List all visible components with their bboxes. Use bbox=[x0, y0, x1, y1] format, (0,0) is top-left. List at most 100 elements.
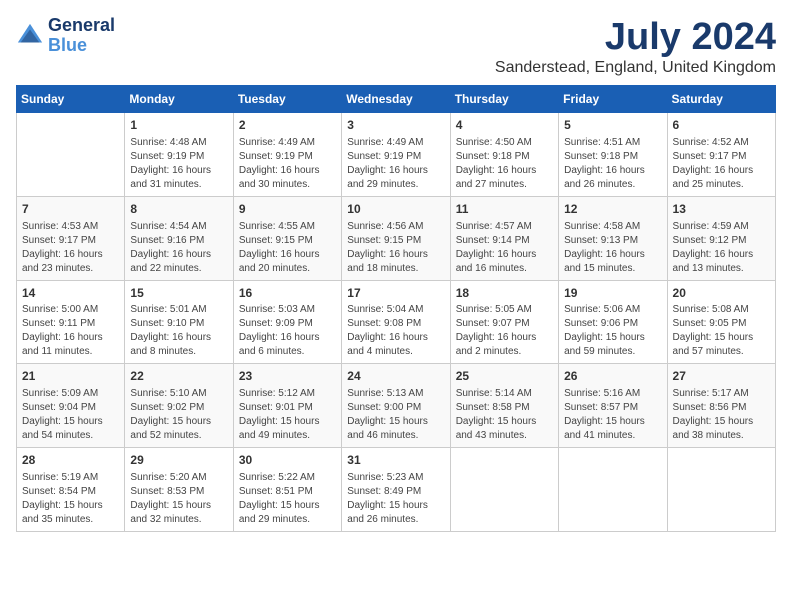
day-info: Sunrise: 4:49 AMSunset: 9:19 PMDaylight:… bbox=[239, 136, 336, 192]
logo: General Blue bbox=[16, 16, 115, 56]
calendar-cell bbox=[17, 113, 125, 197]
calendar-cell: 13 Sunrise: 4:59 AMSunset: 9:12 PMDayligh… bbox=[667, 196, 775, 280]
calendar-cell: 23 Sunrise: 5:12 AMSunset: 9:01 PMDayligh… bbox=[233, 364, 341, 448]
header: General Blue July 2024 Sanderstead, Engl… bbox=[16, 16, 776, 77]
calendar-cell: 27Sunrise: 5:17 AMSunset: 8:56 PMDayligh… bbox=[667, 364, 775, 448]
logo-icon bbox=[16, 22, 44, 50]
day-info: Sunrise: 4:48 AMSunset: 9:19 PMDaylight:… bbox=[130, 136, 227, 192]
day-number: 15 bbox=[130, 285, 227, 302]
day-number: 24 bbox=[347, 368, 444, 385]
day-info: Sunrise: 5:09 AMSunset: 9:04 PMDaylight:… bbox=[22, 387, 119, 443]
day-info: Sunrise: 5:16 AMSunset: 8:57 PMDaylight:… bbox=[564, 387, 661, 443]
calendar-table: SundayMondayTuesdayWednesdayThursdayFrid… bbox=[16, 85, 776, 532]
calendar-body: 1 Sunrise: 4:48 AMSunset: 9:19 PMDaylight… bbox=[17, 113, 776, 532]
calendar-cell: 29 Sunrise: 5:20 AMSunset: 8:53 PMDayligh… bbox=[125, 448, 233, 532]
calendar-cell: 16Sunrise: 5:03 AMSunset: 9:09 PMDayligh… bbox=[233, 280, 341, 364]
calendar-cell: 2 Sunrise: 4:49 AMSunset: 9:19 PMDaylight… bbox=[233, 113, 341, 197]
calendar-cell: 19Sunrise: 5:06 AMSunset: 9:06 PMDayligh… bbox=[559, 280, 667, 364]
day-number: 14 bbox=[22, 285, 119, 302]
calendar-cell bbox=[450, 448, 558, 532]
day-info: Sunrise: 5:06 AMSunset: 9:06 PMDaylight:… bbox=[564, 303, 661, 359]
logo-text: General Blue bbox=[48, 16, 115, 56]
calendar-subtitle: Sanderstead, England, United Kingdom bbox=[495, 59, 776, 77]
calendar-cell: 22Sunrise: 5:10 AMSunset: 9:02 PMDayligh… bbox=[125, 364, 233, 448]
day-number: 29 bbox=[130, 452, 227, 469]
header-cell-friday: Friday bbox=[559, 86, 667, 113]
calendar-cell: 3 Sunrise: 4:49 AMSunset: 9:19 PMDaylight… bbox=[342, 113, 450, 197]
day-number: 17 bbox=[347, 285, 444, 302]
calendar-cell: 9Sunrise: 4:55 AMSunset: 9:15 PMDaylight… bbox=[233, 196, 341, 280]
calendar-header: SundayMondayTuesdayWednesdayThursdayFrid… bbox=[17, 86, 776, 113]
day-number: 26 bbox=[564, 368, 661, 385]
calendar-cell: 31Sunrise: 5:23 AMSunset: 8:49 PMDayligh… bbox=[342, 448, 450, 532]
day-info: Sunrise: 4:50 AMSunset: 9:18 PMDaylight:… bbox=[456, 136, 553, 192]
header-row: SundayMondayTuesdayWednesdayThursdayFrid… bbox=[17, 86, 776, 113]
header-cell-tuesday: Tuesday bbox=[233, 86, 341, 113]
day-info: Sunrise: 5:23 AMSunset: 8:49 PMDaylight:… bbox=[347, 471, 444, 527]
calendar-cell: 14Sunrise: 5:00 AMSunset: 9:11 PMDayligh… bbox=[17, 280, 125, 364]
day-info: Sunrise: 5:04 AMSunset: 9:08 PMDaylight:… bbox=[347, 303, 444, 359]
calendar-cell: 18Sunrise: 5:05 AMSunset: 9:07 PMDayligh… bbox=[450, 280, 558, 364]
day-number: 4 bbox=[456, 117, 553, 134]
calendar-cell: 30Sunrise: 5:22 AMSunset: 8:51 PMDayligh… bbox=[233, 448, 341, 532]
day-number: 12 bbox=[564, 201, 661, 218]
day-info: Sunrise: 5:22 AMSunset: 8:51 PMDaylight:… bbox=[239, 471, 336, 527]
day-info: Sunrise: 4:55 AMSunset: 9:15 PMDaylight:… bbox=[239, 220, 336, 276]
day-number: 13 bbox=[673, 201, 770, 218]
day-info: Sunrise: 5:03 AMSunset: 9:09 PMDaylight:… bbox=[239, 303, 336, 359]
day-info: Sunrise: 5:00 AMSunset: 9:11 PMDaylight:… bbox=[22, 303, 119, 359]
day-number: 19 bbox=[564, 285, 661, 302]
calendar-cell: 10 Sunrise: 4:56 AMSunset: 9:15 PMDayligh… bbox=[342, 196, 450, 280]
day-info: Sunrise: 4:51 AMSunset: 9:18 PMDaylight:… bbox=[564, 136, 661, 192]
day-number: 27 bbox=[673, 368, 770, 385]
day-info: Sunrise: 5:01 AMSunset: 9:10 PMDaylight:… bbox=[130, 303, 227, 359]
calendar-cell: 11Sunrise: 4:57 AMSunset: 9:14 PMDayligh… bbox=[450, 196, 558, 280]
day-number: 8 bbox=[130, 201, 227, 218]
day-info: Sunrise: 5:20 AMSunset: 8:53 PMDaylight:… bbox=[130, 471, 227, 527]
day-info: Sunrise: 4:59 AMSunset: 9:12 PMDaylight:… bbox=[673, 220, 770, 276]
calendar-cell: 6Sunrise: 4:52 AMSunset: 9:17 PMDaylight… bbox=[667, 113, 775, 197]
day-number: 1 bbox=[130, 117, 227, 134]
day-number: 22 bbox=[130, 368, 227, 385]
logo-line1: General bbox=[48, 16, 115, 36]
calendar-cell: 20Sunrise: 5:08 AMSunset: 9:05 PMDayligh… bbox=[667, 280, 775, 364]
day-info: Sunrise: 4:54 AMSunset: 9:16 PMDaylight:… bbox=[130, 220, 227, 276]
day-info: Sunrise: 5:14 AMSunset: 8:58 PMDaylight:… bbox=[456, 387, 553, 443]
day-info: Sunrise: 5:13 AMSunset: 9:00 PMDaylight:… bbox=[347, 387, 444, 443]
day-number: 21 bbox=[22, 368, 119, 385]
calendar-cell: 21 Sunrise: 5:09 AMSunset: 9:04 PMDayligh… bbox=[17, 364, 125, 448]
day-number: 10 bbox=[347, 201, 444, 218]
calendar-cell: 15Sunrise: 5:01 AMSunset: 9:10 PMDayligh… bbox=[125, 280, 233, 364]
calendar-cell: 26 Sunrise: 5:16 AMSunset: 8:57 PMDayligh… bbox=[559, 364, 667, 448]
header-cell-saturday: Saturday bbox=[667, 86, 775, 113]
day-number: 3 bbox=[347, 117, 444, 134]
day-number: 18 bbox=[456, 285, 553, 302]
calendar-cell: 1 Sunrise: 4:48 AMSunset: 9:19 PMDaylight… bbox=[125, 113, 233, 197]
day-info: Sunrise: 4:56 AMSunset: 9:15 PMDaylight:… bbox=[347, 220, 444, 276]
logo-line2: Blue bbox=[48, 36, 115, 56]
calendar-cell: 24 Sunrise: 5:13 AMSunset: 9:00 PMDayligh… bbox=[342, 364, 450, 448]
day-info: Sunrise: 5:12 AMSunset: 9:01 PMDaylight:… bbox=[239, 387, 336, 443]
day-number: 5 bbox=[564, 117, 661, 134]
calendar-week-5: 28Sunrise: 5:19 AMSunset: 8:54 PMDayligh… bbox=[17, 448, 776, 532]
day-number: 11 bbox=[456, 201, 553, 218]
day-number: 7 bbox=[22, 201, 119, 218]
calendar-cell: 8 Sunrise: 4:54 AMSunset: 9:16 PMDaylight… bbox=[125, 196, 233, 280]
calendar-week-3: 14Sunrise: 5:00 AMSunset: 9:11 PMDayligh… bbox=[17, 280, 776, 364]
day-number: 2 bbox=[239, 117, 336, 134]
calendar-cell bbox=[559, 448, 667, 532]
day-number: 6 bbox=[673, 117, 770, 134]
calendar-week-4: 21 Sunrise: 5:09 AMSunset: 9:04 PMDayligh… bbox=[17, 364, 776, 448]
day-info: Sunrise: 5:08 AMSunset: 9:05 PMDaylight:… bbox=[673, 303, 770, 359]
day-info: Sunrise: 4:58 AMSunset: 9:13 PMDaylight:… bbox=[564, 220, 661, 276]
header-cell-thursday: Thursday bbox=[450, 86, 558, 113]
calendar-cell: 7Sunrise: 4:53 AMSunset: 9:17 PMDaylight… bbox=[17, 196, 125, 280]
calendar-cell: 28Sunrise: 5:19 AMSunset: 8:54 PMDayligh… bbox=[17, 448, 125, 532]
calendar-cell: 17Sunrise: 5:04 AMSunset: 9:08 PMDayligh… bbox=[342, 280, 450, 364]
day-number: 16 bbox=[239, 285, 336, 302]
header-cell-wednesday: Wednesday bbox=[342, 86, 450, 113]
day-number: 20 bbox=[673, 285, 770, 302]
day-info: Sunrise: 5:19 AMSunset: 8:54 PMDaylight:… bbox=[22, 471, 119, 527]
day-info: Sunrise: 4:49 AMSunset: 9:19 PMDaylight:… bbox=[347, 136, 444, 192]
day-number: 23 bbox=[239, 368, 336, 385]
